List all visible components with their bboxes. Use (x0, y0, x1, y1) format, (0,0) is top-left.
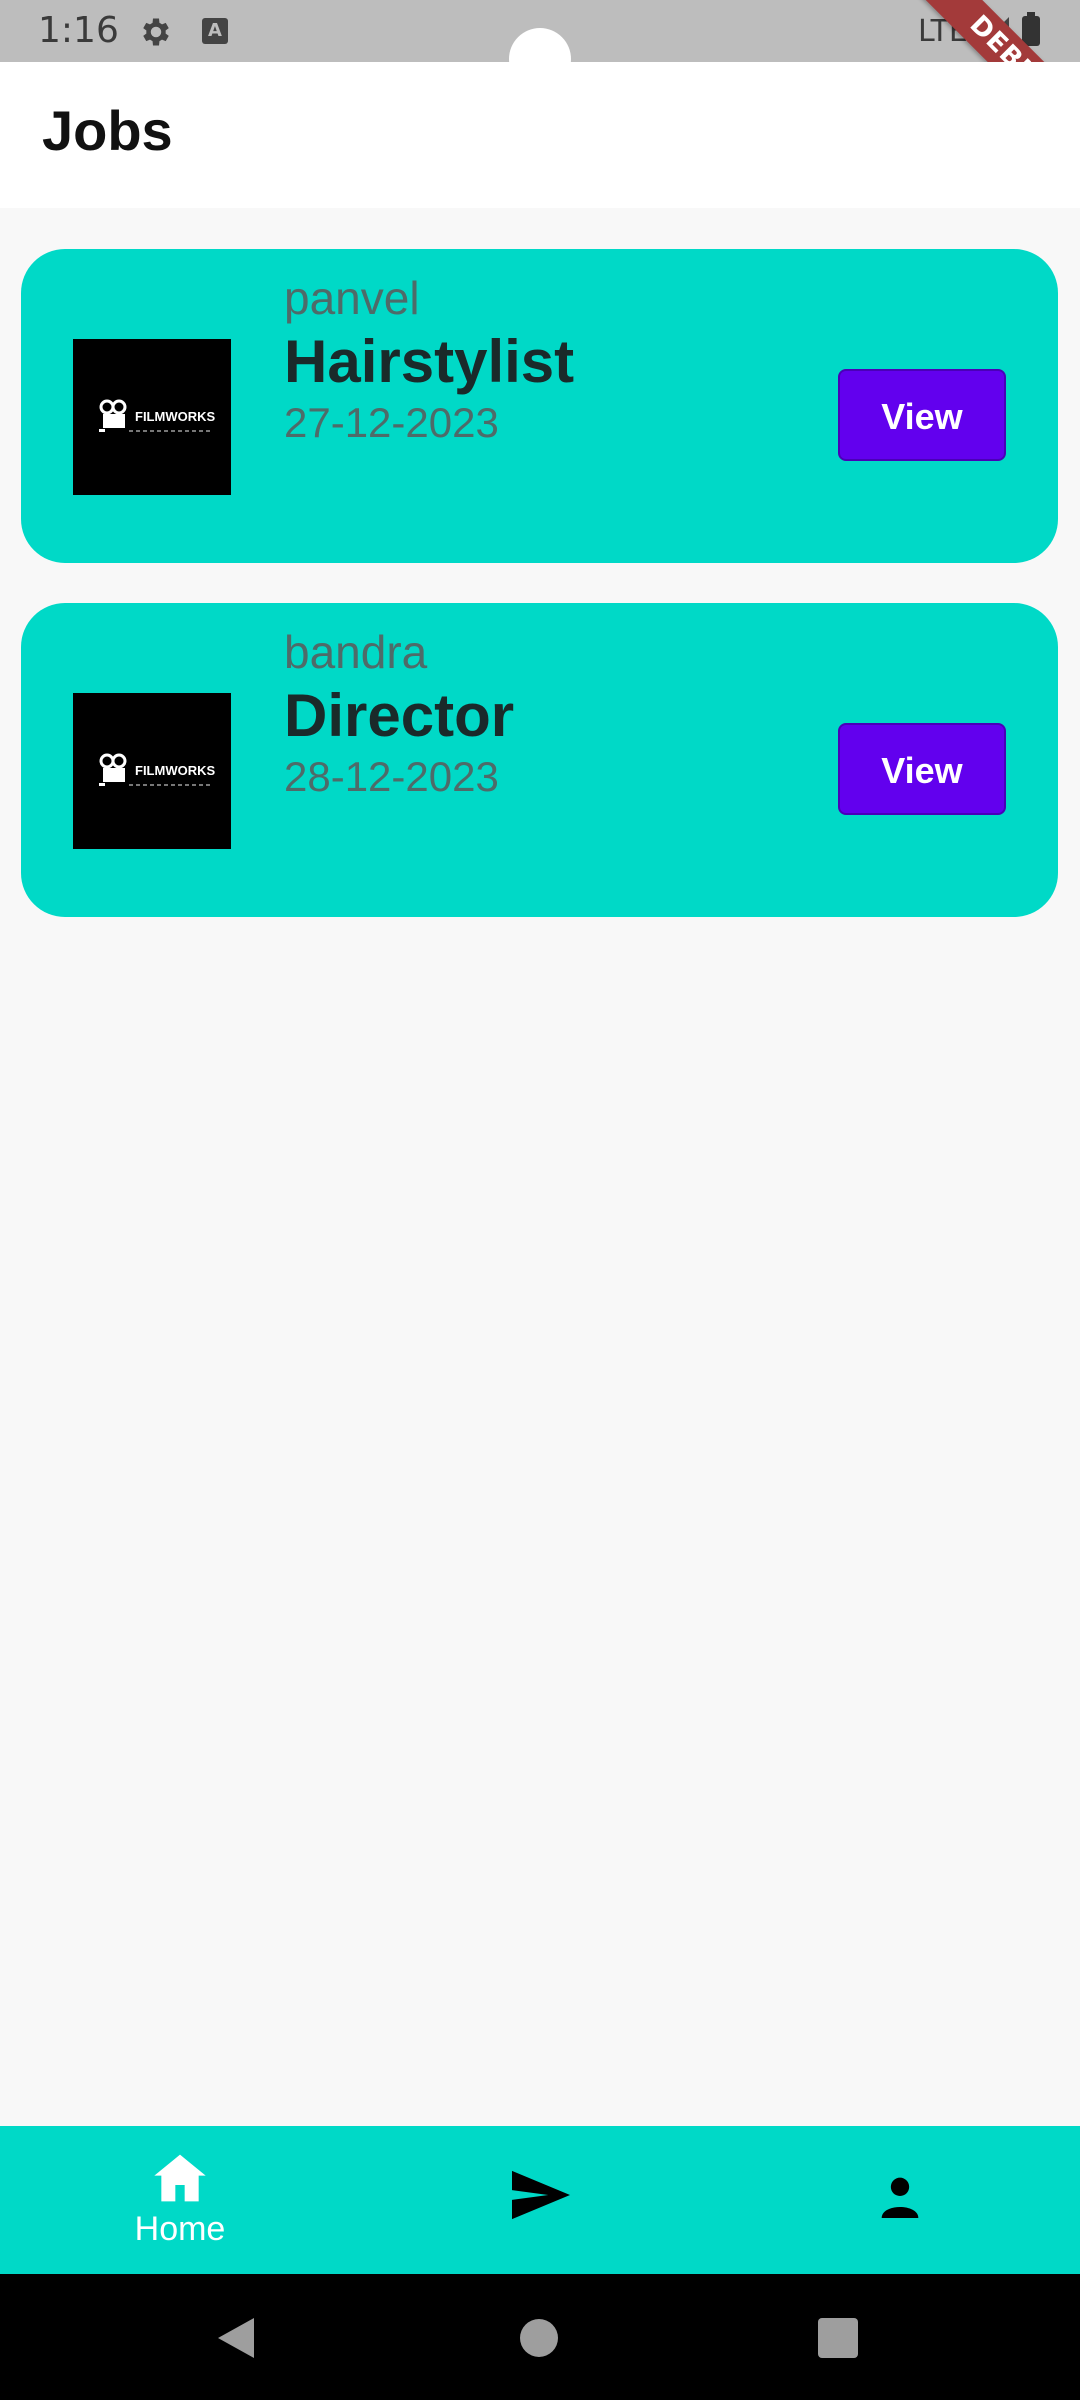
system-nav-bar (0, 2274, 1080, 2400)
nav-label-home: Home (134, 2210, 226, 2248)
nav-item-profile[interactable] (720, 2126, 1080, 2274)
job-title: Director (284, 682, 515, 749)
view-button[interactable]: View (838, 369, 1006, 461)
gear-icon (143, 18, 169, 46)
company-logo: FILMWORKS (73, 339, 231, 495)
company-logo: FILMWORKS (73, 693, 231, 849)
nav-item-send[interactable] (360, 2126, 720, 2274)
job-location: panvel (284, 272, 420, 324)
svg-text:FILMWORKS: FILMWORKS (135, 409, 215, 424)
back-icon[interactable] (216, 2316, 256, 2360)
send-icon (512, 2170, 570, 2220)
job-date: 28-12-2023 (284, 753, 499, 800)
job-card[interactable]: FILMWORKS bandra Director 28-12-2023 Vie… (21, 603, 1058, 917)
nav-item-home[interactable]: Home (0, 2126, 360, 2274)
job-location: bandra (284, 626, 428, 678)
keyboard-a-icon: A (202, 18, 228, 44)
filmworks-logo-icon: FILMWORKS (99, 399, 215, 432)
job-title: Hairstylist (284, 328, 575, 395)
home-circle-icon[interactable] (520, 2319, 558, 2357)
app-bar: Jobs (0, 62, 1080, 208)
filmworks-logo-icon: FILMWORKS (99, 753, 215, 786)
job-date: 27-12-2023 (284, 399, 499, 446)
page-title: Jobs (42, 99, 173, 162)
home-icon (154, 2154, 206, 2202)
status-bar: 1:16 A LTE DEBUG (0, 0, 1080, 165)
person-icon (881, 2177, 919, 2218)
recents-icon[interactable] (818, 2318, 858, 2358)
svg-text:FILMWORKS: FILMWORKS (135, 763, 215, 778)
status-time: 1:16 (38, 10, 119, 51)
bottom-nav: Home (0, 2126, 1080, 2274)
view-button[interactable]: View (838, 723, 1006, 815)
job-card[interactable]: FILMWORKS panvel Hairstylist 27-12-2023 … (21, 249, 1058, 563)
